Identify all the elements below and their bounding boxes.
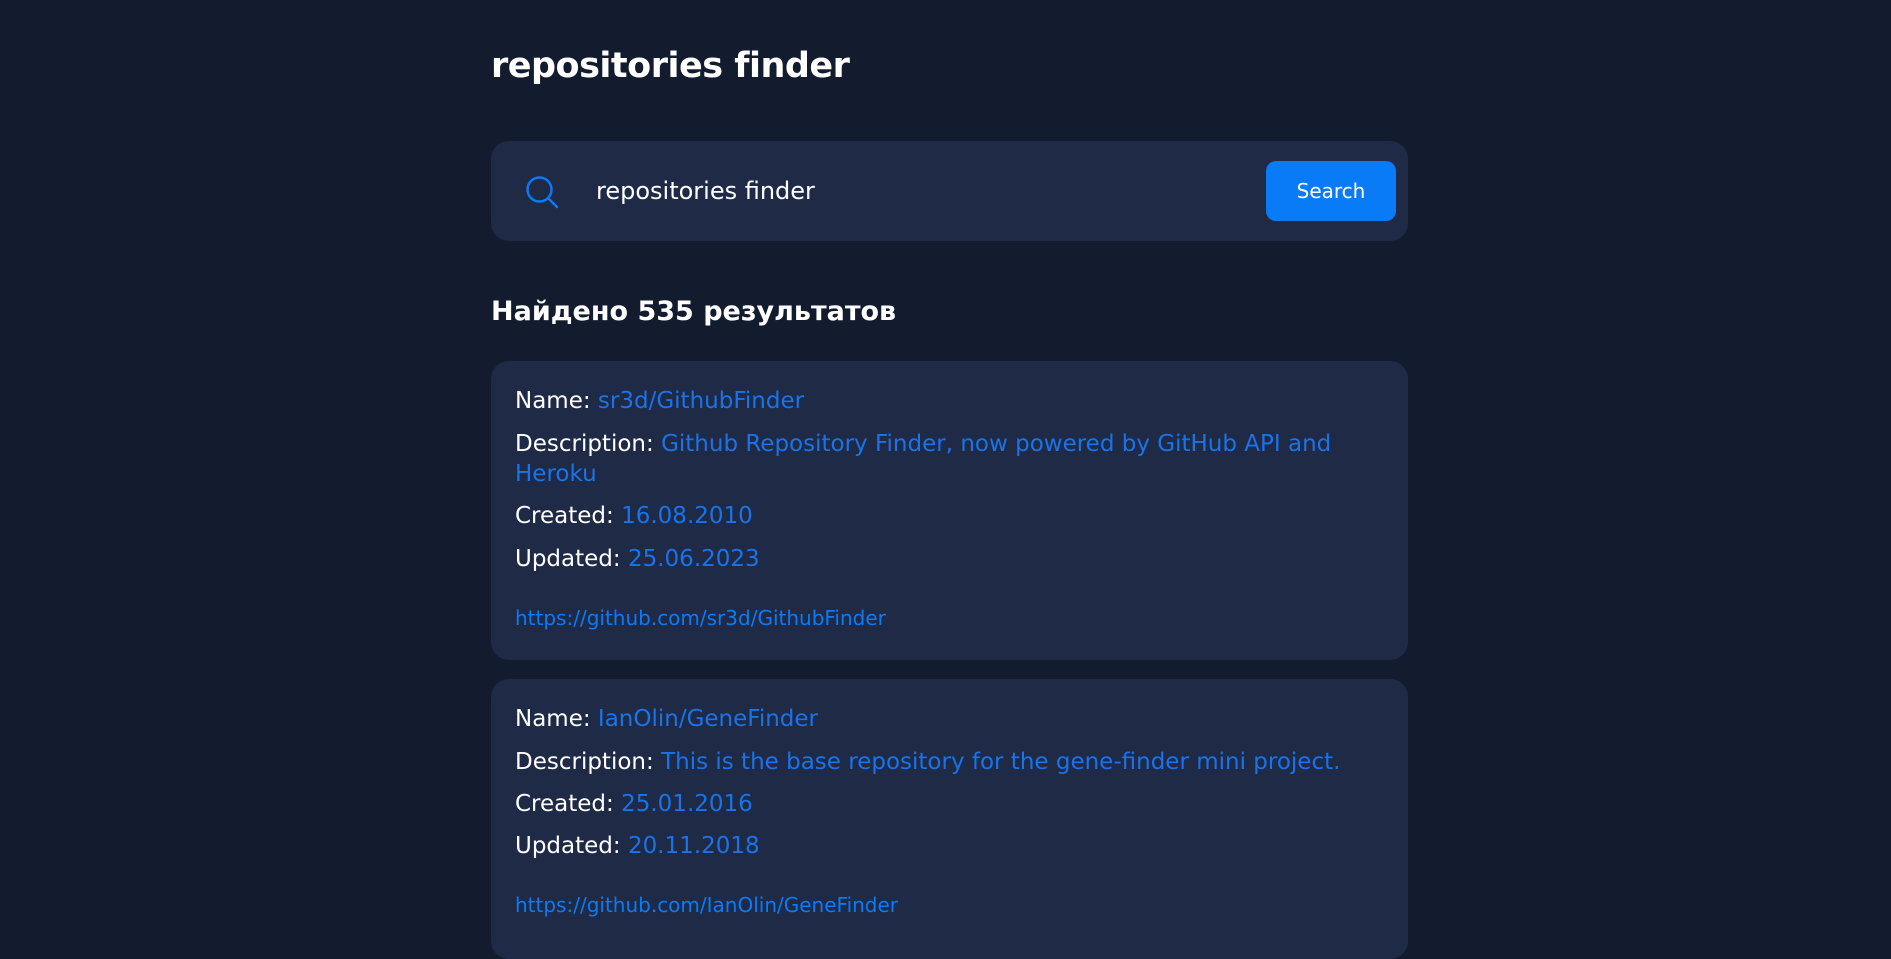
name-label: Name:	[515, 388, 591, 414]
created-label: Created:	[515, 791, 614, 817]
repo-updated-date: 25.06.2023	[627, 546, 760, 572]
description-label: Description:	[515, 749, 654, 775]
repo-link[interactable]: https://github.com/sr3d/GithubFinder	[515, 606, 886, 630]
repo-name-row: Name: sr3d/GithubFinder	[515, 386, 1358, 416]
repo-link[interactable]: https://github.com/IanOlin/GeneFinder	[515, 893, 898, 917]
repo-description: This is the base repository for the gene…	[661, 749, 1341, 775]
repo-card: Name: IanOlin/GeneFinder Description: Th…	[491, 679, 1408, 959]
repo-name-row: Name: IanOlin/GeneFinder	[515, 704, 1358, 734]
updated-label: Updated:	[515, 833, 621, 859]
updated-label: Updated:	[515, 546, 621, 572]
results-count: Найдено 535 результатов	[491, 296, 897, 327]
search-icon	[526, 176, 559, 209]
name-label: Name:	[515, 706, 591, 732]
search-button[interactable]: Search	[1266, 161, 1396, 221]
repo-description-row: Description: This is the base repository…	[515, 747, 1358, 777]
repo-created-row: Created: 25.01.2016	[515, 789, 1358, 819]
repo-created-row: Created: 16.08.2010	[515, 501, 1358, 531]
search-input[interactable]	[596, 167, 1116, 215]
page-title: repositories finder	[491, 46, 850, 86]
repo-description-row: Description: Github Repository Finder, n…	[515, 429, 1358, 489]
search-bar: Search	[491, 141, 1408, 241]
created-label: Created:	[515, 503, 614, 529]
repo-updated-row: Updated: 20.11.2018	[515, 831, 1358, 861]
repo-name: sr3d/GithubFinder	[597, 388, 805, 414]
repo-card: Name: sr3d/GithubFinder Description: Git…	[491, 361, 1408, 660]
repo-name: IanOlin/GeneFinder	[597, 706, 819, 732]
repo-created-date: 25.01.2016	[621, 791, 753, 817]
repo-updated-row: Updated: 25.06.2023	[515, 544, 1358, 574]
repo-created-date: 16.08.2010	[621, 503, 753, 529]
repo-updated-date: 20.11.2018	[627, 833, 760, 859]
description-label: Description:	[515, 431, 654, 457]
